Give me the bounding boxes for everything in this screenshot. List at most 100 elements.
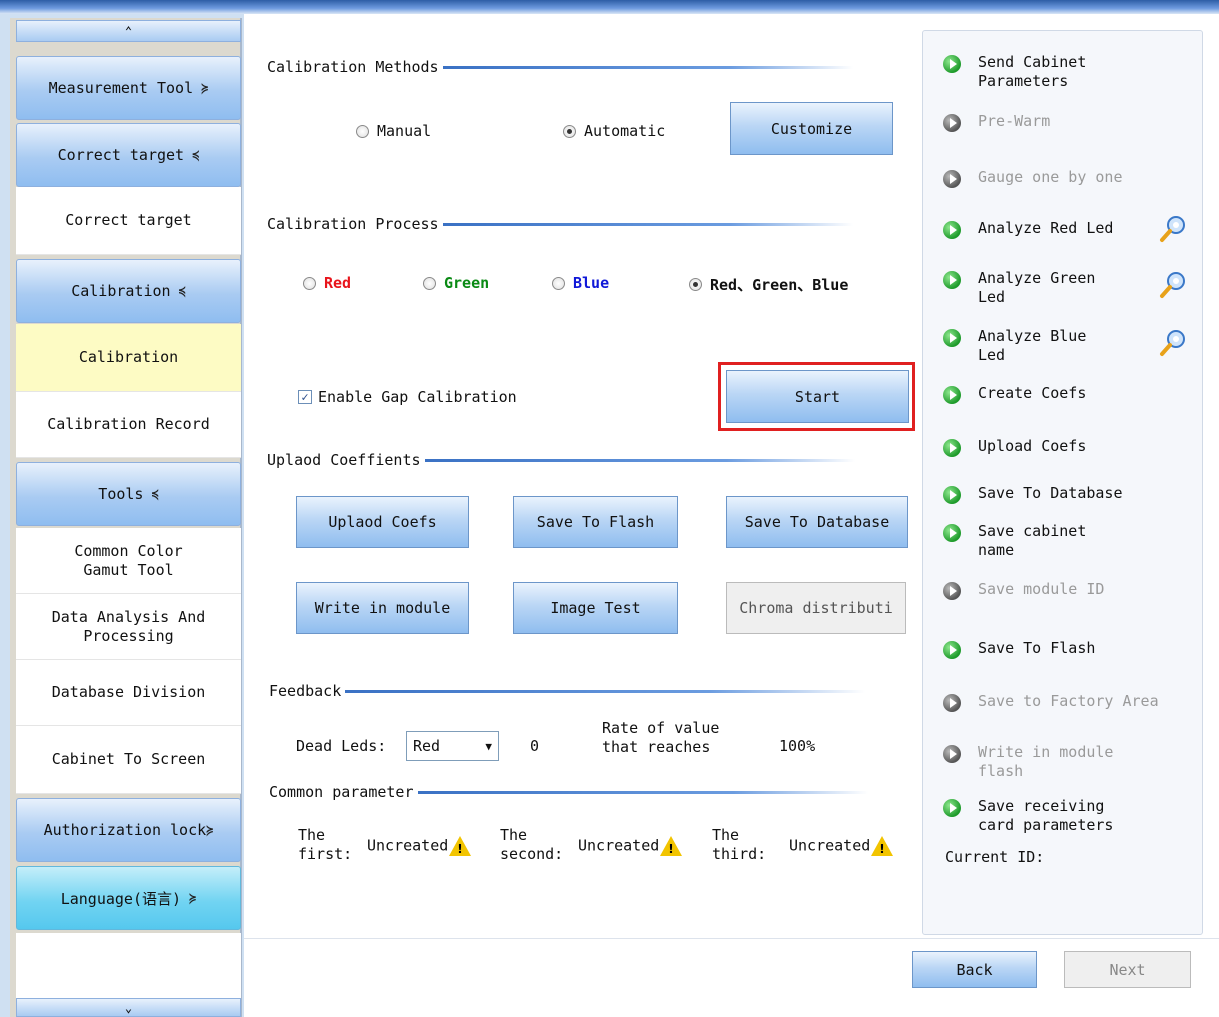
save-to-database-button[interactable]: Save To Database <box>726 496 908 548</box>
dead-leds-select[interactable]: Red ▼ <box>406 731 499 761</box>
sidebar-item-calibration[interactable]: Calibration <box>16 324 241 392</box>
step-label: Send Cabinet <box>978 53 1087 71</box>
radio-label: Automatic <box>584 122 666 140</box>
first-param-label-line1: The <box>298 826 326 844</box>
step-label: Save To Database <box>978 484 1123 502</box>
sidebar-item-cabinet-to-screen[interactable]: Cabinet To Screen <box>16 726 241 794</box>
step-upload-coefs: Upload Coefs <box>943 437 1086 457</box>
chevron-up-icon: ≼ <box>178 284 186 298</box>
next-button[interactable]: Next <box>1064 951 1191 988</box>
dead-leds-count: 0 <box>530 737 540 755</box>
calibration-process-section-title: Calibration Process <box>267 215 853 233</box>
step-label: Gauge one by one <box>978 168 1123 186</box>
sidebar-group-correct-target[interactable]: Correct target ≼ <box>16 123 241 187</box>
button-label: Write in module <box>314 599 451 617</box>
sidebar-group-tools[interactable]: Tools ≼ <box>16 462 241 526</box>
step-done-icon <box>943 221 961 239</box>
window-title-bar <box>0 0 1219 14</box>
process-blue-radio[interactable]: Blue <box>552 274 609 292</box>
section-title-text: Uplaod Coeffients <box>267 451 421 469</box>
radio-label: Red <box>324 274 352 292</box>
radio-icon <box>356 124 369 138</box>
sidebar-group-label: Language(语言) <box>60 889 182 908</box>
second-param-label-line1: The <box>500 826 528 844</box>
step-label: card parameters <box>978 816 1114 834</box>
customize-button[interactable]: Customize <box>730 102 893 155</box>
sidebar-item-data-analysis[interactable]: Data Analysis And Processing <box>16 594 241 660</box>
checkmark-icon: ✓ <box>298 390 312 404</box>
step-label: Led <box>978 288 1006 306</box>
sidebar-group-authorization-lock[interactable]: Authorization lock ≽ <box>16 798 241 862</box>
first-param-status: Uncreated <box>367 836 472 858</box>
magnifier-icon[interactable] <box>1159 269 1189 299</box>
section-divider <box>345 689 866 693</box>
process-green-radio[interactable]: Green <box>423 274 489 292</box>
save-to-flash-button[interactable]: Save To Flash <box>513 496 678 548</box>
sidebar-group-measurement-tool[interactable]: Measurement Tool ≽ <box>16 56 241 120</box>
sidebar: ⌃ Measurement Tool ≽ Correct target ≼ Co… <box>10 18 242 1017</box>
step-analyze-blue-led: Analyze Blue Led <box>943 327 1086 365</box>
step-done-icon <box>943 799 961 817</box>
step-analyze-green-led: Analyze Green Led <box>943 269 1095 307</box>
sidebar-item-correct-target[interactable]: Correct target <box>16 187 241 255</box>
sidebar-item-label: Common Color Gamut Tool <box>74 541 183 579</box>
step-label: Save cabinet <box>978 522 1087 540</box>
step-disabled-icon <box>943 170 961 188</box>
radio-label: Green <box>444 274 490 292</box>
process-rgb-radio[interactable]: Red、Green、Blue <box>689 274 848 295</box>
sidebar-group-language[interactable]: Language(语言) ≽ <box>16 866 241 930</box>
step-create-coefs: Create Coefs <box>943 384 1086 404</box>
section-divider <box>442 222 853 226</box>
step-done-icon <box>943 271 961 289</box>
chevron-up-icon: ≼ <box>151 487 159 501</box>
write-in-module-button[interactable]: Write in module <box>296 582 469 634</box>
step-label: Save to Factory Area <box>978 692 1159 710</box>
magnifier-icon[interactable] <box>1159 327 1189 357</box>
sidebar-empty-area <box>16 933 241 998</box>
image-test-button[interactable]: Image Test <box>513 582 678 634</box>
step-save-cabinet-name: Save cabinet name <box>943 522 1086 560</box>
section-divider <box>442 65 853 69</box>
sidebar-item-label: Correct target <box>65 211 192 229</box>
first-param-label-line2: first: <box>298 845 353 863</box>
step-disabled-icon <box>943 745 961 763</box>
sidebar-group-label: Correct target <box>57 146 185 164</box>
button-label: Save To Flash <box>536 513 655 531</box>
checkbox-label: Enable Gap Calibration <box>318 388 517 406</box>
chevron-down-icon: ≽ <box>206 823 214 837</box>
rate-value: 100% <box>779 737 816 755</box>
step-done-icon <box>943 386 961 404</box>
enable-gap-calibration-checkbox[interactable]: ✓ Enable Gap Calibration <box>298 388 517 406</box>
sidebar-scroll-down-button[interactable]: ⌄ <box>16 998 241 1017</box>
step-done-icon <box>943 329 961 347</box>
button-label: Save To Database <box>744 513 890 531</box>
button-label: Uplaod Coefs <box>328 513 437 531</box>
automatic-radio[interactable]: Automatic <box>563 122 665 140</box>
step-label: Parameters <box>978 72 1069 90</box>
chroma-distribution-button[interactable]: Chroma distributi <box>726 582 906 634</box>
sidebar-scroll-up-button[interactable]: ⌃ <box>16 20 241 42</box>
process-red-radio[interactable]: Red <box>303 274 351 292</box>
back-button[interactable]: Back <box>912 951 1037 988</box>
step-label: Led <box>978 346 1006 364</box>
sidebar-item-database-division[interactable]: Database Division <box>16 660 241 726</box>
sidebar-group-calibration[interactable]: Calibration ≼ <box>16 259 241 323</box>
radio-label: Red、Green、Blue <box>710 276 849 294</box>
step-analyze-red-led: Analyze Red Led <box>943 219 1113 239</box>
select-value: Red <box>413 737 441 755</box>
step-label: Save module ID <box>978 580 1105 598</box>
feedback-section-title: Feedback <box>269 682 866 700</box>
sidebar-item-label: Calibration <box>78 348 179 366</box>
step-write-in-module-flash: Write in module flash <box>943 743 1113 781</box>
upload-coefs-button[interactable]: Uplaod Coefs <box>296 496 469 548</box>
chevron-down-icon: ≽ <box>189 891 197 905</box>
manual-radio[interactable]: Manual <box>356 122 431 140</box>
current-id-label: Current ID: <box>945 848 1045 866</box>
rate-label-line1: Rate of value <box>602 719 720 737</box>
sidebar-item-common-color-gamut-tool[interactable]: Common Color Gamut Tool <box>16 528 241 594</box>
section-title-text: Calibration Process <box>267 215 439 233</box>
status-text: Uncreated <box>789 836 871 855</box>
footer-divider <box>244 938 1219 939</box>
sidebar-item-calibration-record[interactable]: Calibration Record <box>16 392 241 458</box>
magnifier-icon[interactable] <box>1159 213 1189 243</box>
